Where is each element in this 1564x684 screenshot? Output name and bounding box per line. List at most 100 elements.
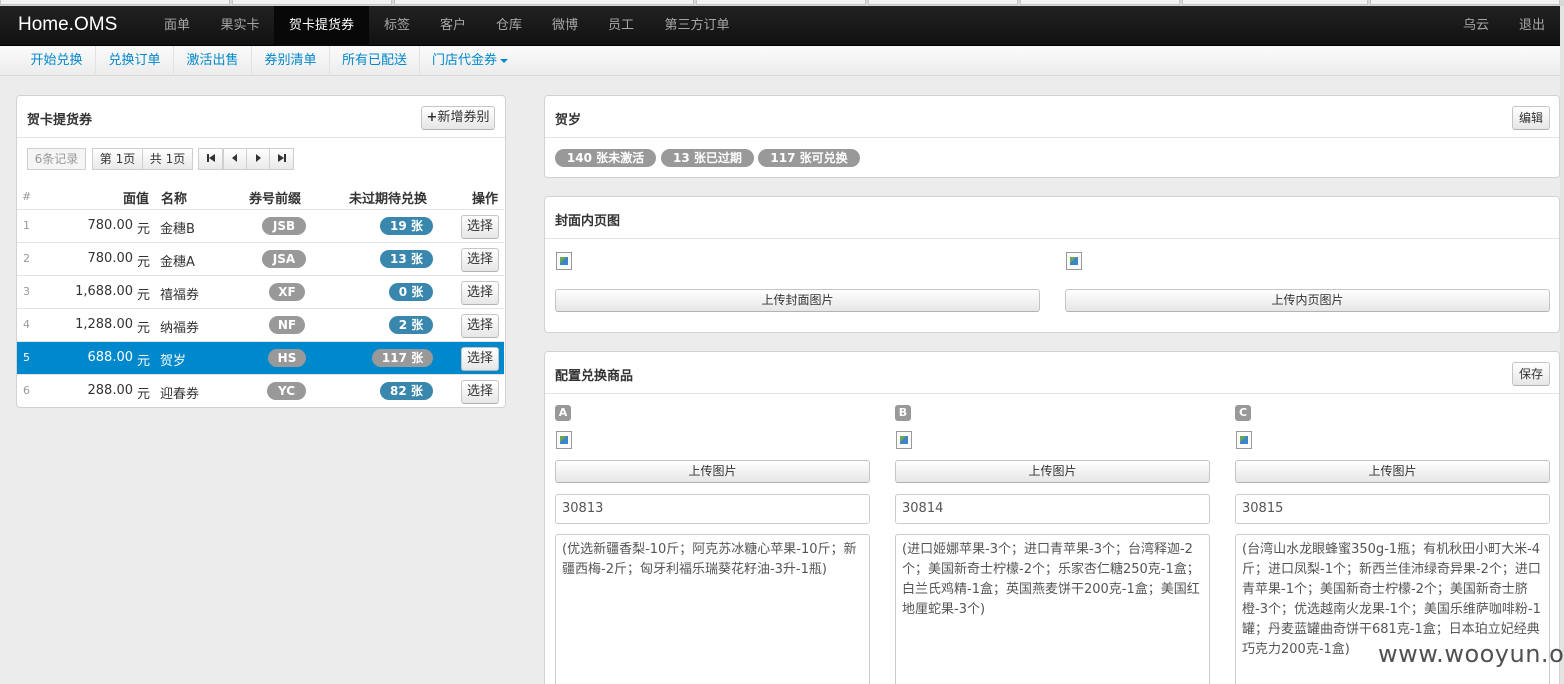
option-c-badge: C <box>1235 405 1251 421</box>
browser-tab[interactable] <box>696 0 866 5</box>
next-page-icon[interactable] <box>246 148 270 170</box>
panel-header: 贺卡提货券 +新增券别 <box>17 96 505 138</box>
option-c-upload-button[interactable]: 上传图片 <box>1235 460 1550 483</box>
subnav-kaishi-duihuan[interactable]: 开始兑换 <box>18 46 96 76</box>
current-page: 第 1页 <box>92 148 143 170</box>
select-button[interactable]: 选择 <box>461 215 499 239</box>
option-b-code-input[interactable]: 30814 <box>895 494 1210 524</box>
table-row[interactable]: 2 780.00 元 金穗A JSA 13 张 选择 <box>17 242 504 275</box>
upload-inner-button[interactable]: 上传内页图片 <box>1065 289 1550 312</box>
last-page-icon[interactable] <box>269 148 294 170</box>
prefix-badge: JSB <box>262 217 306 235</box>
browser-tab[interactable] <box>1182 0 1368 5</box>
edit-button[interactable]: 编辑 <box>1512 106 1550 130</box>
option-b-badge: B <box>895 405 911 421</box>
pending-badge: 0 张 <box>389 283 433 301</box>
row-index: 4 <box>23 318 30 331</box>
pending-badge: 82 张 <box>380 382 433 400</box>
col-header-value: 面值 <box>123 192 150 207</box>
pending-badge: 13 张 <box>380 250 433 268</box>
total-pages: 共 1页 <box>142 148 193 170</box>
nav-item-biaoqian[interactable]: 标签 <box>370 6 424 46</box>
save-button[interactable]: 保存 <box>1512 362 1550 386</box>
row-index: 6 <box>23 384 30 397</box>
nav-item-miandan[interactable]: 面单 <box>150 6 204 46</box>
table-row[interactable]: 6 288.00 元 迎春券 YC 82 张 选择 <box>17 374 504 407</box>
cover-image-placeholder <box>556 252 572 270</box>
record-count: 6条记录 <box>27 148 86 170</box>
goods-config-panel: 配置兑换商品 保存 A 上传图片 30813 (优选新疆香梨-10斤；阿克苏冰糖… <box>544 351 1560 684</box>
subnav-jihuo-chushou[interactable]: 激活出售 <box>174 46 252 76</box>
select-button[interactable]: 选择 <box>461 248 499 272</box>
browser-tab[interactable] <box>1020 0 1180 5</box>
browser-tab[interactable] <box>0 0 230 5</box>
nav-item-weibo[interactable]: 微博 <box>538 6 592 46</box>
nav-item-cangku[interactable]: 仓库 <box>482 6 536 46</box>
add-voucher-button[interactable]: +新增券别 <box>421 106 495 130</box>
row-unit: 元 <box>137 354 151 369</box>
option-c-image-placeholder <box>1236 431 1252 449</box>
row-value: 1,688.00 <box>75 284 133 299</box>
prefix-badge: XF <box>269 283 305 301</box>
panel-title: 贺卡提货券 <box>27 113 93 128</box>
logout-link[interactable]: 退出 <box>1508 6 1556 46</box>
subnav-suoyou-yipeisong[interactable]: 所有已配送 <box>330 46 420 76</box>
table-row[interactable]: 3 1,688.00 元 禧福券 XF 0 张 选择 <box>17 275 504 308</box>
row-unit: 元 <box>137 222 151 237</box>
inner-image-placeholder <box>1066 252 1082 270</box>
prefix-badge: HS <box>268 349 306 367</box>
subnav-duihuan-dingdan[interactable]: 兑换订单 <box>96 46 174 76</box>
browser-tab[interactable] <box>232 0 392 5</box>
voucher-detail-panel: 贺岁 编辑 140 张未激活 13 张已过期 117 张可兑换 <box>544 95 1560 178</box>
goods-panel-title: 配置兑换商品 <box>555 369 634 384</box>
panel-header: 封面内页图 <box>545 197 1559 239</box>
nav-item-heka-tihuoquan[interactable]: 贺卡提货券 <box>274 6 369 46</box>
brand-logo[interactable]: Home.OMS <box>18 14 117 36</box>
prev-page-icon[interactable] <box>223 148 247 170</box>
first-page-icon[interactable] <box>198 148 223 170</box>
upload-cover-button[interactable]: 上传封面图片 <box>555 289 1040 312</box>
table-row[interactable]: 1 780.00 元 金穗B JSB 19 张 选择 <box>17 209 504 242</box>
caret-down-icon <box>500 58 508 63</box>
browser-tab[interactable] <box>1370 0 1560 5</box>
nav-item-yuangong[interactable]: 员工 <box>594 6 648 46</box>
table-row[interactable]: 4 1,288.00 元 纳福券 NF 2 张 选择 <box>17 308 504 341</box>
option-a-upload-button[interactable]: 上传图片 <box>555 460 870 483</box>
option-a-image-placeholder <box>556 431 572 449</box>
option-a-badge: A <box>555 405 571 421</box>
browser-tab[interactable] <box>868 0 1018 5</box>
select-button[interactable]: 选择 <box>461 347 499 371</box>
prefix-badge: NF <box>269 316 305 334</box>
pending-badge: 2 张 <box>389 316 433 334</box>
row-unit: 元 <box>137 288 151 303</box>
select-button[interactable]: 选择 <box>461 314 499 338</box>
option-b-upload-button[interactable]: 上传图片 <box>895 460 1210 483</box>
select-button[interactable]: 选择 <box>461 281 499 305</box>
table-row-selected[interactable]: 5 688.00 元 贺岁 HS 117 张 选择 <box>17 341 504 374</box>
subnav-mendian-daijinquan-dropdown[interactable]: 门店代金券 <box>420 46 520 76</box>
nav-item-disanfang-dingdan[interactable]: 第三方订单 <box>650 6 744 46</box>
col-header-index: # <box>22 190 32 203</box>
prefix-badge: JSA <box>262 250 306 268</box>
select-button[interactable]: 选择 <box>461 380 499 404</box>
cover-panel-title: 封面内页图 <box>555 214 621 229</box>
row-index: 1 <box>23 219 30 232</box>
nav-user[interactable]: 乌云 <box>1452 6 1500 46</box>
option-c-code-input[interactable]: 30815 <box>1235 494 1550 524</box>
row-name: 迎春券 <box>160 387 200 402</box>
option-a-description-textarea[interactable]: (优选新疆香梨-10斤；阿克苏冰糖心苹果-10斤；新疆西梅-2斤；匈牙利福乐瑞葵… <box>555 534 870 684</box>
subnav-quanbie-qingdan[interactable]: 券别清单 <box>252 46 330 76</box>
row-value: 780.00 <box>87 251 134 266</box>
option-b-image-placeholder <box>896 431 912 449</box>
stat-redeemable-badge: 117 张可兑换 <box>758 149 860 167</box>
option-b-description-textarea[interactable]: (进口姬娜苹果-3个；进口青苹果-3个；台湾释迦-2个；美国新奇士柠檬-2个；乐… <box>895 534 1210 684</box>
nav-item-guoshika[interactable]: 果实卡 <box>206 6 274 46</box>
row-name: 禧福券 <box>160 288 200 303</box>
col-header-prefix: 券号前缀 <box>249 192 302 207</box>
option-a-code-input[interactable]: 30813 <box>555 494 870 524</box>
prefix-badge: YC <box>267 382 306 400</box>
subnav-dropdown-label: 门店代金券 <box>431 53 497 68</box>
scrollbar[interactable] <box>1560 6 1564 684</box>
nav-item-kehu[interactable]: 客户 <box>426 6 480 46</box>
browser-tab[interactable] <box>394 0 694 5</box>
